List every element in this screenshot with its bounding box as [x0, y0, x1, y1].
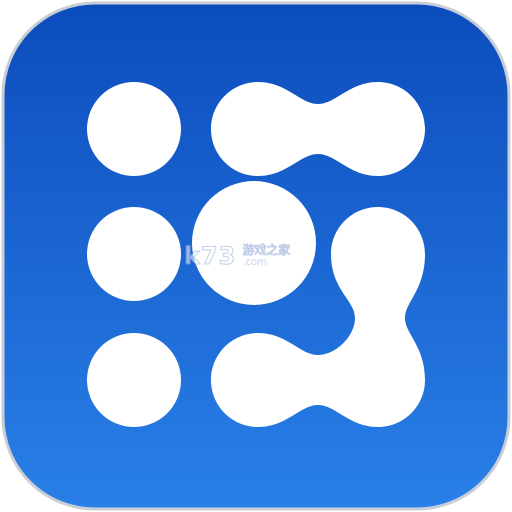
dot-top-left [87, 82, 181, 176]
app-icon-canvas: k73 游戏之家 .com [0, 0, 512, 512]
app-icon [1, 1, 511, 511]
dot-middle-left [87, 207, 181, 301]
dot-bottom-left [87, 333, 181, 427]
dot-center [192, 181, 316, 305]
